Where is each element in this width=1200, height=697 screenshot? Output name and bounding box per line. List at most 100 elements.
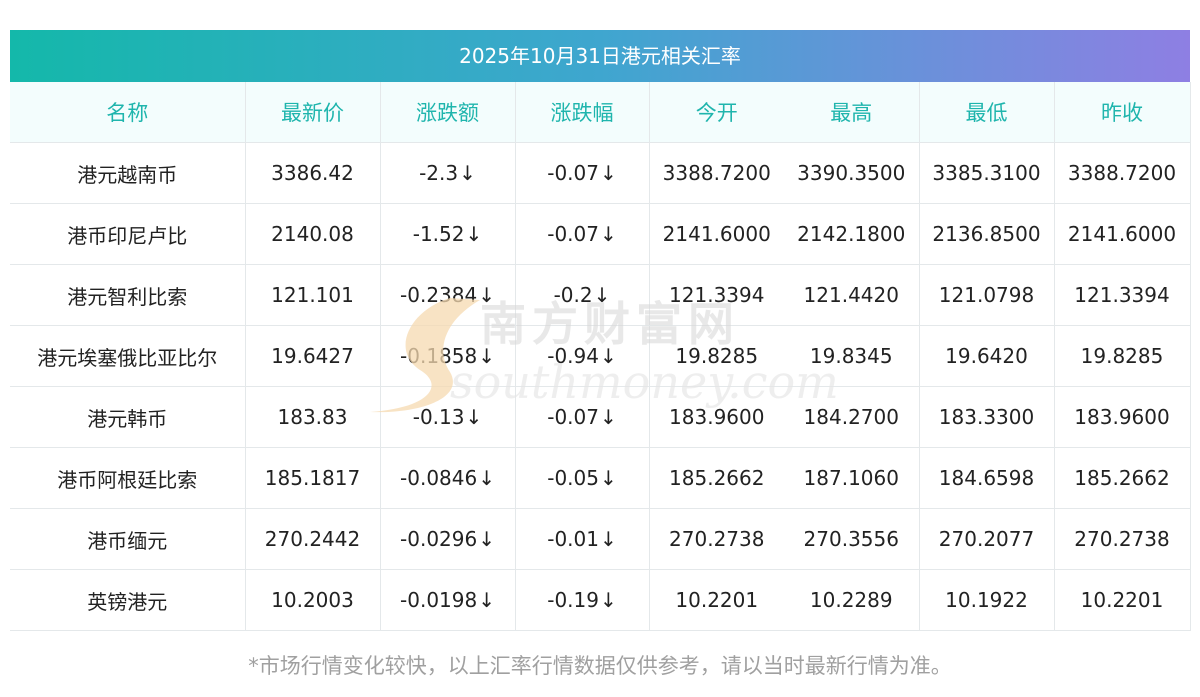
cell-change-pct: -0.07↓ [515,203,650,265]
cell-change-pct-value: -0.07 [547,222,599,246]
table-row: 港元越南币 3386.42 -2.3↓ -0.07↓ 3388.7200 3390.350… [10,142,1191,204]
table-row: 港元韩币 183.83 -0.13↓ -0.07↓ 183.9600 184.2700 18… [10,386,1191,448]
cell-change-pct-value: -0.01 [547,527,599,551]
col-header-high: 最高 [784,82,920,143]
cell-latest-value: 3386.42 [271,161,354,185]
cell-change-value: -0.13 [412,405,465,429]
cell-prev-close-value: 19.8285 [1080,344,1164,368]
cell-latest-value: 183.83 [277,405,348,429]
cell-low-value: 10.1922 [945,588,1028,612]
cell-change-pct-value: -0.2 [553,283,593,307]
cell-change: -1.52↓ [380,203,516,265]
col-header-prev-close: 昨收 [1054,82,1191,143]
cell-prev-close: 2141.6000 [1054,203,1191,265]
cell-open-value: 3388.7200 [662,161,771,185]
cell-high: 10.2289 [784,569,920,631]
cell-open-value: 10.2201 [675,588,759,612]
cell-change-pct: -0.94↓ [515,325,650,387]
cell-prev-close-value: 183.9600 [1074,405,1170,429]
cell-name: 英镑港元 [10,569,246,631]
cell-change: -0.2384↓ [380,264,516,326]
down-arrow-icon: ↓ [599,588,617,612]
cell-low-value: 19.6420 [945,344,1028,368]
table-row: 港币印尼卢比 2140.08 -1.52↓ -0.07↓ 2141.6000 2142.1… [10,203,1191,265]
cell-name-value: 港币印尼卢比 [67,223,188,248]
down-arrow-icon: ↓ [478,283,495,307]
cell-high-value: 3390.3500 [797,161,906,185]
col-header-low: 最低 [919,82,1055,143]
cell-name: 港币缅元 [10,508,246,570]
cell-low: 270.2077 [919,508,1055,570]
cell-prev-close: 121.3394 [1054,264,1191,326]
cell-prev-close: 3388.7200 [1054,142,1191,204]
cell-low-value: 183.3300 [938,405,1035,429]
cell-latest: 121.101 [245,264,381,326]
cell-change: -0.0296↓ [380,508,516,570]
cell-change-value: -0.2384 [400,283,478,307]
cell-change-pct: -0.19↓ [515,569,650,631]
cell-high: 2142.1800 [784,203,920,265]
cell-open: 183.9600 [649,386,784,448]
cell-change-value: -1.52 [412,222,465,246]
cell-name: 港元韩币 [10,386,246,448]
cell-high-value: 2142.1800 [797,222,906,246]
cell-prev-close-value: 270.2738 [1074,527,1170,551]
down-arrow-icon: ↓ [599,405,617,429]
cell-open-value: 19.8285 [675,344,759,368]
cell-change-pct: -0.01↓ [515,508,650,570]
cell-low: 19.6420 [919,325,1055,387]
cell-high-value: 10.2289 [809,588,893,612]
cell-name: 港元智利比索 [10,264,246,326]
cell-open: 2141.6000 [649,203,784,265]
cell-prev-close: 185.2662 [1054,447,1191,509]
cell-prev-close-value: 2141.6000 [1067,222,1177,246]
cell-prev-close-value: 3388.7200 [1067,161,1177,185]
footer-disclaimer: *市场行情变化较快，以上汇率行情数据仅供参考，请以当时最新行情为准。 [248,654,952,678]
cell-open: 270.2738 [649,508,784,570]
down-arrow-icon: ↓ [599,466,617,490]
cell-low: 3385.3100 [919,142,1055,204]
cell-change-pct: -0.07↓ [515,142,650,204]
cell-high-value: 270.3556 [803,527,899,551]
cell-high-value: 184.2700 [803,405,899,429]
cell-low: 2136.8500 [919,203,1055,265]
cell-low: 121.0798 [919,264,1055,326]
cell-low: 184.6598 [919,447,1055,509]
cell-name: 港币印尼卢比 [10,203,246,265]
cell-change-pct-value: -0.94 [547,344,599,368]
cell-latest-value: 10.2003 [271,588,354,612]
cell-open: 185.2662 [649,447,784,509]
cell-latest: 270.2442 [245,508,381,570]
cell-open: 10.2201 [649,569,784,631]
exchange-rate-widget: 2025年10月31日港元相关汇率 名称 最新价 涨跌额 涨跌幅 今开 最高 最… [0,0,1200,697]
cell-change-pct-value: -0.19 [547,588,599,612]
cell-latest: 10.2003 [245,569,381,631]
cell-high: 19.8345 [784,325,920,387]
cell-high-value: 187.1060 [803,466,899,490]
cell-open-value: 183.9600 [669,405,765,429]
cell-latest: 2140.08 [245,203,381,265]
cell-low-value: 121.0798 [938,283,1035,307]
cell-prev-close-value: 121.3394 [1074,283,1170,307]
cell-low-value: 3385.3100 [932,161,1041,185]
cell-latest: 183.83 [245,386,381,448]
cell-change-value: -0.0296 [400,527,478,551]
col-header-change: 涨跌额 [380,82,516,143]
cell-name-value: 港元越南币 [77,162,178,187]
down-arrow-icon: ↓ [465,405,483,429]
cell-high: 3390.3500 [784,142,920,204]
cell-low-value: 184.6598 [938,466,1035,490]
cell-name: 港元埃塞俄比亚比尔 [10,325,246,387]
table-row: 英镑港元 10.2003 -0.0198↓ -0.19↓ 10.2201 10.2289 1… [10,569,1191,631]
cell-low: 10.1922 [919,569,1055,631]
cell-prev-close-value: 185.2662 [1074,466,1170,490]
down-arrow-icon: ↓ [599,222,617,246]
col-header-open: 今开 [649,82,784,143]
cell-change: -2.3↓ [380,142,516,204]
cell-name-value: 港元埃塞俄比亚比尔 [37,345,218,370]
cell-change: -0.0846↓ [380,447,516,509]
cell-name: 港元越南币 [10,142,246,204]
cell-change: -0.13↓ [380,386,516,448]
cell-name-value: 港元智利比索 [67,284,188,309]
down-arrow-icon: ↓ [593,283,611,307]
